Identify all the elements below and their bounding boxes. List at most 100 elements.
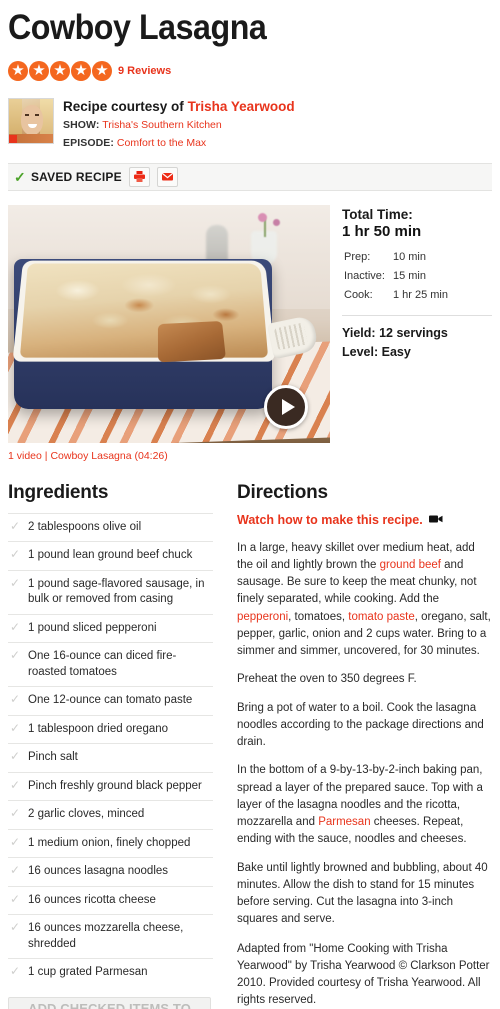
star-badge-icon[interactable]: ★ — [8, 60, 28, 81]
ingredients-list: ✓ 2 tablespoons olive oil ✓ 1 pound lean gr… — [8, 512, 213, 987]
episode-label: EPISODE: — [63, 136, 114, 149]
checkmark-outline-icon[interactable]: ✓ — [10, 620, 21, 635]
time-row: Prep: 10 min — [344, 249, 448, 266]
episode-line: EPISODE: Comfort to the Max — [63, 136, 295, 150]
star-badge-icon[interactable]: ★ — [92, 60, 112, 81]
star-badge-icon[interactable]: ★ — [71, 60, 91, 81]
checkmark-outline-icon[interactable]: ✓ — [10, 576, 21, 591]
list-item[interactable]: ✓ 1 tablespoon dried oregano — [8, 714, 213, 744]
saved-recipe-button[interactable]: ✓ SAVED RECIPE — [14, 170, 122, 184]
list-item[interactable]: ✓ Pinch salt — [8, 743, 213, 772]
level-row: Level: Easy — [342, 343, 492, 362]
checkmark-outline-icon[interactable]: ✓ — [10, 921, 21, 935]
photo-scooped-portion — [157, 320, 226, 363]
avatar-badge — [9, 134, 17, 143]
ingredients-column: Ingredients ✓ 2 tablespoons olive oil ✓ 1 p… — [8, 482, 213, 1009]
time-breakdown-body: Prep: 10 min Inactive: 15 min Cook: 1 hr 25 m… — [344, 249, 448, 304]
level-value: Easy — [381, 345, 411, 360]
star-badge-icon[interactable]: ★ — [50, 60, 70, 81]
time-row-value: 10 min — [392, 250, 426, 263]
chef-link[interactable]: Trisha Yearwood — [188, 99, 295, 114]
envelope-icon — [161, 170, 174, 183]
ingredient-text: 1 pound sage-flavored sausage, in bulk o… — [28, 577, 205, 606]
checkmark-outline-icon[interactable]: ✓ — [10, 778, 21, 793]
ingredients-heading: Ingredients — [8, 481, 109, 503]
level-label: Level: — [342, 345, 379, 360]
time-row-label: Inactive: — [344, 269, 385, 282]
time-row: Inactive: 15 min — [344, 268, 448, 285]
directions-body: In a large, heavy skillet over medium he… — [237, 540, 492, 929]
time-panel: Total Time: 1 hr 50 min Prep: 10 min Inact… — [342, 205, 492, 443]
time-row-value: 15 min — [392, 269, 426, 282]
watch-video-link[interactable]: Watch how to make this recipe. — [237, 513, 423, 527]
reviews-link[interactable]: 9 Reviews — [118, 65, 171, 77]
recipe-photo[interactable] — [8, 204, 330, 443]
total-time-label: Total Time: — [342, 206, 413, 222]
ingredient-inline-link[interactable]: tomato paste — [348, 611, 414, 623]
direction-paragraph: In a large, heavy skillet over medium he… — [237, 541, 491, 658]
add-to-grocery-list-button[interactable]: ADD CHECKED ITEMS TO GROCERY LIST — [8, 997, 211, 1009]
checkmark-outline-icon[interactable]: ✓ — [10, 547, 21, 562]
video-count-link[interactable]: 1 video — [8, 450, 42, 462]
avatar-mouth — [28, 123, 37, 128]
yield-label: Yield: — [342, 325, 376, 340]
list-item[interactable]: ✓ 2 tablespoons olive oil — [8, 512, 213, 542]
ingredient-inline-link[interactable]: Parmesan — [318, 816, 370, 828]
checkmark-outline-icon[interactable]: ✓ — [10, 835, 21, 850]
list-item[interactable]: ✓ Pinch freshly ground black pepper — [8, 771, 213, 801]
checkmark-outline-icon[interactable]: ✓ — [10, 965, 21, 979]
video-title-link[interactable]: Cowboy Lasagna (04:26) — [50, 450, 167, 462]
direction-paragraph: In the bottom of a 9-by-13-by-2-inch bak… — [237, 764, 483, 846]
time-row-label: Prep: — [344, 250, 371, 263]
list-item[interactable]: ✓ 16 ounces lasagna noodles — [8, 857, 213, 886]
author-meta: Recipe courtesy of Trisha Yearwood SHOW:… — [63, 98, 295, 150]
checkmark-outline-icon[interactable]: ✓ — [10, 721, 21, 736]
list-item[interactable]: ✓ One 16-ounce can diced fire-roasted tom… — [8, 642, 213, 686]
directions-column: Directions Watch how to make this recipe… — [237, 482, 492, 1009]
ingredient-text: 1 pound lean ground beef chuck — [28, 549, 193, 562]
ingredient-text: 16 ounces mozzarella cheese, shredded — [28, 922, 184, 950]
show-link[interactable]: Trisha's Southern Kitchen — [102, 119, 222, 131]
play-icon[interactable] — [264, 384, 308, 429]
list-item[interactable]: ✓ 16 ounces mozzarella cheese, shredded — [8, 914, 213, 958]
list-item[interactable]: ✓ 1 cup grated Parmesan — [8, 958, 213, 987]
ingredient-inline-link[interactable]: pepperoni — [237, 611, 288, 623]
list-item[interactable]: ✓ 1 medium onion, finely chopped — [8, 828, 213, 858]
star-badge-icon[interactable]: ★ — [29, 60, 49, 81]
avatar-eye-left — [25, 113, 29, 116]
video-caption: 1 video | Cowboy Lasagna (04:26) — [8, 450, 492, 462]
checkmark-outline-icon[interactable]: ✓ — [10, 807, 21, 821]
ingredient-text: 16 ounces lasagna noodles — [28, 865, 169, 878]
checkmark-outline-icon[interactable]: ✓ — [10, 648, 21, 663]
list-item[interactable]: ✓ 1 pound sage-flavored sausage, in bulk … — [8, 569, 213, 614]
ingredient-text: One 12-ounce can tomato paste — [28, 694, 193, 707]
total-time-value: 1 hr 50 min — [342, 222, 422, 240]
star-rating[interactable]: ★ ★ ★ ★ ★ — [8, 60, 112, 81]
time-breakdown-table: Prep: 10 min Inactive: 15 min Cook: 1 hr 25 m… — [342, 247, 450, 306]
ingredient-text: One 16-ounce can diced fire-roasted toma… — [28, 650, 177, 678]
checkmark-outline-icon[interactable]: ✓ — [10, 693, 21, 707]
checkmark-outline-icon[interactable]: ✓ — [10, 519, 21, 534]
printer-icon — [133, 170, 146, 183]
ingredient-text: Pinch freshly ground black pepper — [28, 779, 202, 792]
ingredient-text: Pinch salt — [28, 751, 78, 764]
checkmark-outline-icon[interactable]: ✓ — [10, 892, 21, 907]
list-item[interactable]: ✓ 2 garlic cloves, minced — [8, 800, 213, 829]
recipe-courtesy: Recipe courtesy of Trisha Yearwood — [63, 99, 295, 116]
list-item[interactable]: ✓ 1 pound lean ground beef chuck — [8, 541, 213, 570]
print-button[interactable] — [128, 166, 150, 187]
list-item[interactable]: ✓ 1 pound sliced pepperoni — [8, 613, 213, 643]
checkmark-outline-icon[interactable]: ✓ — [10, 750, 21, 764]
list-item[interactable]: ✓ 16 ounces ricotta cheese — [8, 885, 213, 915]
episode-link[interactable]: Comfort to the Max — [117, 137, 206, 149]
avatar — [8, 97, 54, 144]
action-bar: ✓ SAVED RECIPE — [8, 162, 492, 191]
email-button[interactable] — [156, 166, 178, 187]
direction-paragraph: Bring a pot of water to a boil. Cook the… — [237, 701, 484, 749]
ingredient-text: 1 cup grated Parmesan — [28, 966, 148, 979]
ingredient-inline-link[interactable]: ground beef — [380, 559, 441, 571]
recipe-credit: Adapted from "Home Cooking with Trisha Y… — [237, 942, 490, 1007]
direction-paragraph: Preheat the oven to 350 degrees F. — [237, 673, 417, 686]
checkmark-outline-icon[interactable]: ✓ — [10, 864, 21, 878]
list-item[interactable]: ✓ One 12-ounce can tomato paste — [8, 686, 213, 715]
